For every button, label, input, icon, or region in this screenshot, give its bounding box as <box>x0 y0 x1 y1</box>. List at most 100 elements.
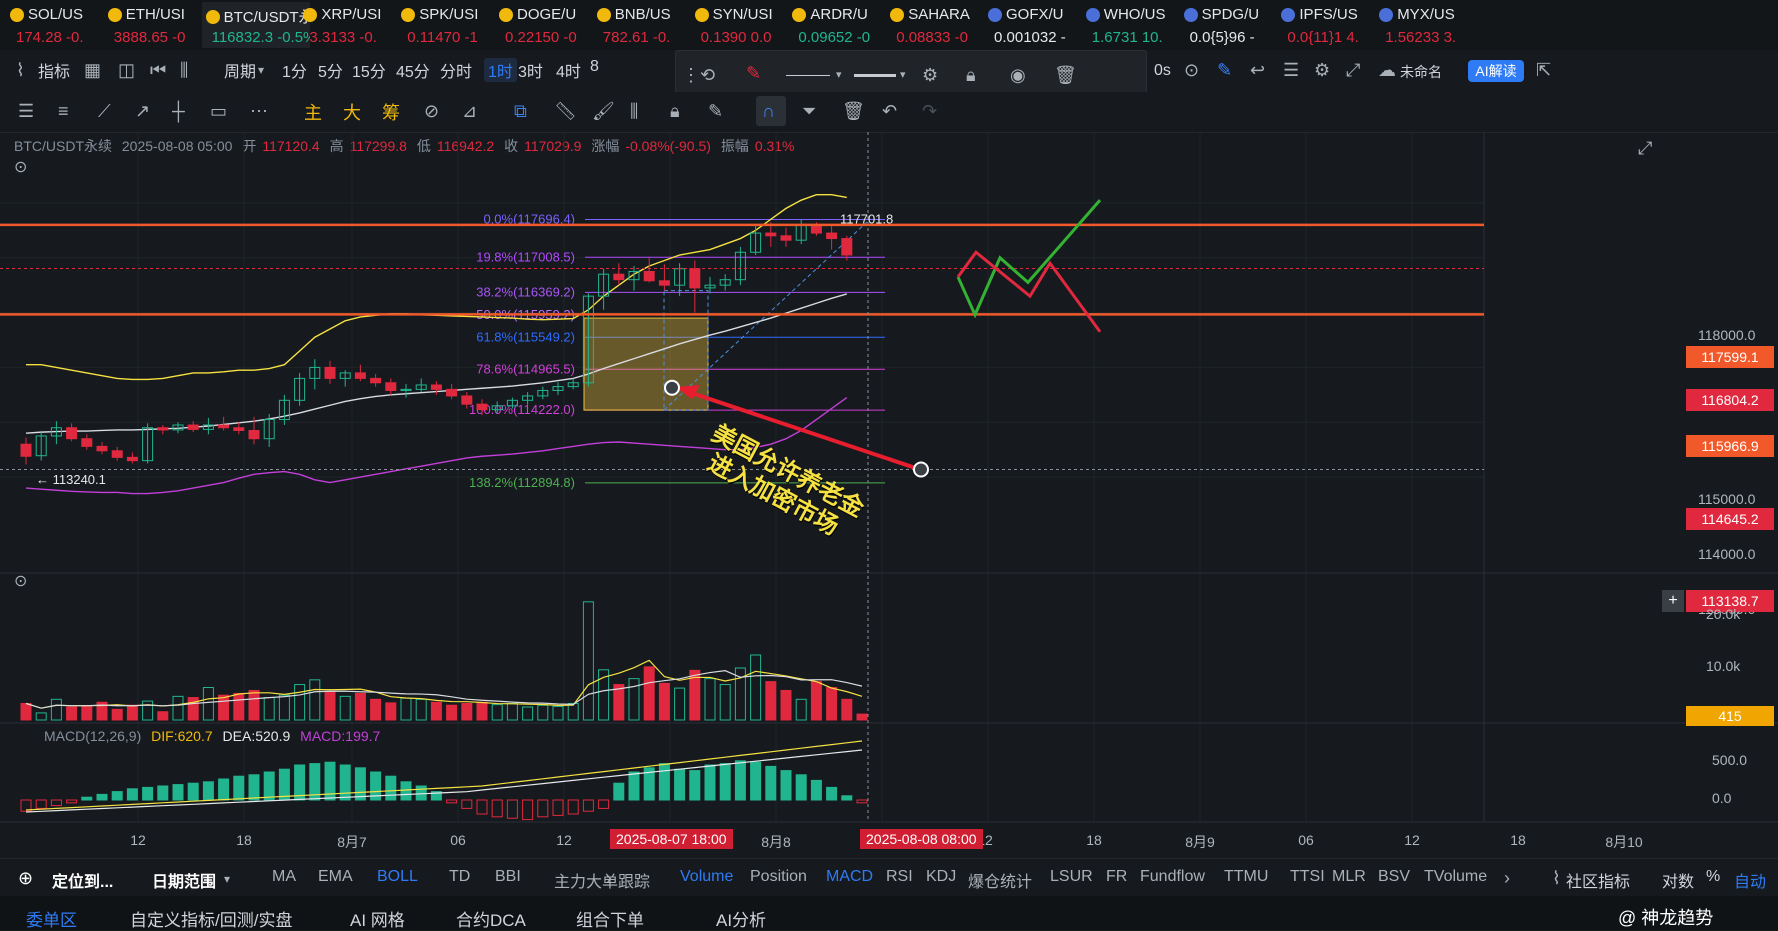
candle[interactable] <box>324 360 336 384</box>
candle[interactable] <box>385 378 397 395</box>
indicators-button[interactable]: 指标 <box>38 58 70 82</box>
sub-indicator-6[interactable]: LSUR <box>1050 868 1093 886</box>
ticker-9[interactable]: SAHARA 0.08833 -0 <box>886 2 994 48</box>
ticker-5[interactable]: DOGE/U 0.22150 -0 <box>495 2 603 48</box>
main-indicator-3[interactable]: TD <box>449 868 470 886</box>
sub-indicator-10[interactable]: TTSI <box>1290 868 1325 886</box>
horizontal-lines-icon[interactable]: ≡ <box>58 101 69 121</box>
horizontal-line-icon[interactable]: ┼ <box>172 101 185 121</box>
menu-icon[interactable]: ☰ <box>18 101 34 121</box>
calendar-icon[interactable]: ▦ <box>84 60 101 80</box>
settings-icon[interactable]: ⚙ <box>922 65 938 85</box>
sub-indicator-13[interactable]: TVolume <box>1424 868 1487 886</box>
candle[interactable] <box>552 382 564 395</box>
anchor-point[interactable] <box>664 379 680 396</box>
community-indicators[interactable]: 社区指标 <box>1566 868 1630 892</box>
collapse-indicator-icon[interactable]: ⊙ <box>14 572 27 592</box>
template-icon[interactable]: ⟲ <box>700 65 715 85</box>
sub-indicator-5[interactable]: 爆仓统计 <box>968 868 1032 892</box>
locate-button[interactable]: 定位到... <box>52 868 113 892</box>
candle[interactable] <box>35 432 47 461</box>
candle[interactable] <box>278 394 290 425</box>
ticker-13[interactable]: IPFS/US 0.0{11}1 4. <box>1277 2 1385 48</box>
candle[interactable] <box>400 383 412 398</box>
bearish-projection[interactable] <box>956 250 1102 333</box>
candle[interactable] <box>415 378 427 393</box>
interval-1时[interactable]: 1时 <box>484 58 517 82</box>
ticker-14[interactable]: MYX/US 1.56233 3. <box>1375 2 1483 48</box>
candle[interactable] <box>111 446 123 461</box>
interval-15分[interactable]: 15分 <box>352 58 386 82</box>
line-color-icon[interactable]: ✎ <box>746 63 761 83</box>
sub-indicator-1[interactable]: Position <box>750 868 807 886</box>
ray-icon[interactable]: ↗ <box>135 101 150 121</box>
ticker-0[interactable]: SOL/US 174.28 -0. <box>6 2 114 48</box>
candle[interactable] <box>537 386 549 400</box>
footer-tab-1[interactable]: 自定义指标/回测/实盘 <box>130 906 292 931</box>
candle[interactable] <box>734 246 746 286</box>
lock-icon[interactable]: 🔒︎ <box>670 101 680 121</box>
collapse-icon[interactable]: ⇱ <box>1536 60 1551 80</box>
big-order-button[interactable]: 大 <box>343 99 361 125</box>
auto-scale-toggle[interactable]: 自动 <box>1734 868 1766 892</box>
ticker-8[interactable]: ARDR/U 0.09652 -0 <box>788 2 896 48</box>
sub-indicator-2[interactable]: MACD <box>826 868 873 886</box>
candle[interactable] <box>233 422 245 435</box>
anchor-point[interactable] <box>913 461 929 478</box>
sub-indicator-0[interactable]: Volume <box>680 868 733 886</box>
chevron-right-icon[interactable]: › <box>606 868 612 888</box>
log-scale-toggle[interactable]: 对数 <box>1662 868 1694 892</box>
interval-8[interactable]: 8 <box>590 58 599 76</box>
sub-indicator-9[interactable]: TTMU <box>1224 868 1268 886</box>
sub-indicator-7[interactable]: FR <box>1106 868 1127 886</box>
main-indicator-5[interactable]: 主力大单跟踪 <box>554 868 650 892</box>
lock-icon[interactable]: 🔒︎ <box>966 65 976 85</box>
interval-3时[interactable]: 3时 <box>518 58 543 82</box>
main-indicator-4[interactable]: BBI <box>495 868 521 886</box>
candle[interactable] <box>430 381 442 395</box>
main-force-button[interactable]: 主 <box>304 99 322 125</box>
measure-icon[interactable]: ⊿ <box>462 101 477 121</box>
period-dropdown[interactable]: 周期 <box>224 58 256 82</box>
footer-tab-2[interactable]: AI 网格 <box>350 906 405 931</box>
candle[interactable] <box>719 274 731 291</box>
candle[interactable] <box>643 257 655 283</box>
candle[interactable] <box>187 421 199 433</box>
ticker-2[interactable]: BTC/USDT永续 116832.3 -0.5% <box>201 2 310 48</box>
main-indicator-2[interactable]: BOLL <box>377 868 418 886</box>
pattern-icon[interactable]: ⊘ <box>424 101 439 121</box>
ticker-4[interactable]: SPK/USI 0.11470 -1 <box>397 2 505 48</box>
fullscreen-icon[interactable]: ⤢ <box>1346 60 1360 80</box>
sub-indicator-3[interactable]: RSI <box>886 868 913 886</box>
line-width-preview[interactable] <box>854 74 896 77</box>
interval-1分[interactable]: 1分 <box>282 58 307 82</box>
magnet-icon[interactable]: ∩ <box>762 101 775 121</box>
bars-icon[interactable]: ⫼ <box>630 101 638 121</box>
ai-analysis-button[interactable]: AI解读 <box>1468 60 1524 82</box>
settings-icon[interactable]: ⚙ <box>1314 60 1330 80</box>
candle[interactable] <box>20 437 32 465</box>
ticker-12[interactable]: SPDG/U 0.0{5}96 - <box>1180 2 1288 48</box>
trash-icon[interactable]: 🗑︎ <box>842 101 865 121</box>
ruler-icon[interactable]: 📏︎ <box>554 101 577 121</box>
interval-分时[interactable]: 分时 <box>440 58 472 82</box>
chevron-down-icon[interactable]: ▾ <box>900 65 906 85</box>
locate-icon[interactable]: ⊕ <box>18 868 33 888</box>
candle[interactable] <box>66 423 78 442</box>
trash-icon[interactable]: 🗑︎ <box>1054 65 1077 85</box>
main-indicator-1[interactable]: EMA <box>318 868 353 886</box>
candle[interactable] <box>339 370 351 387</box>
main-indicator-0[interactable]: MA <box>272 868 296 886</box>
cloud-icon[interactable]: ☁ <box>1378 60 1396 80</box>
ticker-11[interactable]: WHO/US 1.6731 10. <box>1082 2 1190 48</box>
footer-tab-3[interactable]: 合约DCA <box>456 906 526 931</box>
ticker-10[interactable]: GOFX/U 0.001032 - <box>984 2 1092 48</box>
ticker-3[interactable]: XRP/USI 3.3133 -0. <box>299 2 407 48</box>
percent-toggle[interactable]: % <box>1706 868 1720 886</box>
ticker-6[interactable]: BNB/US 782.61 -0. <box>593 2 701 48</box>
list-icon[interactable]: ☰ <box>1283 60 1299 80</box>
undo-icon[interactable]: ↶ <box>882 101 897 121</box>
candle[interactable] <box>126 452 138 464</box>
chart-type-icon[interactable]: ⫼ <box>180 60 188 80</box>
eye-icon[interactable]: ◉ <box>1010 65 1026 85</box>
